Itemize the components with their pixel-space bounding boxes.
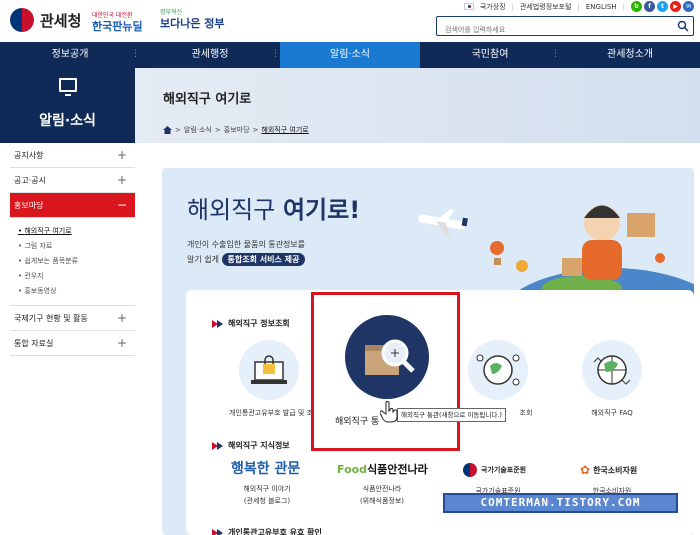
utility-links: 국가상징 | 관세법령정보포털 | ENGLISH | b f t ▶ ✉ xyxy=(463,1,694,12)
sub-item-classification[interactable]: • 쉽게보는 품목분류 xyxy=(18,254,135,269)
hero-tag: 통합조회 서비스 제공 xyxy=(221,253,306,266)
nav-participation[interactable]: 국민참여 ⋮ xyxy=(420,42,560,68)
plus-icon: + xyxy=(116,148,127,162)
breadcrumb: > 알림·소식 > 홍보마당 > 해외직구 여기로 xyxy=(163,125,309,135)
sub-item-videos[interactable]: • 홍보동영상 xyxy=(18,284,135,299)
sidebar-submenu: • 해외직구 여기로 • 그림 자료 • 쉽게보는 품목분류 • 관우지 • 홍… xyxy=(10,218,135,306)
search-box xyxy=(436,16,694,39)
sub-item-overseas-purchase[interactable]: • 해외직구 여기로 xyxy=(18,224,135,239)
sidebar-item-announcements[interactable]: 공고·공시 + xyxy=(10,168,135,193)
blog-line2: (관세청 블로그) xyxy=(243,497,291,505)
home-icon[interactable] xyxy=(163,126,172,134)
sidebar-menu: 공지사항 + 공고·공시 + 홍보마당 − • 해외직구 여기로 • 그림 자료 • … xyxy=(10,143,135,356)
top-header: 관세청 대한민국 대전환 한국판뉴딜 정부혁신 보다나은 정부 국가상징 | 관… xyxy=(0,0,700,42)
food-safety-logo[interactable]: Food식품안전나라 xyxy=(337,461,428,477)
food-logo-mark-icon: Food xyxy=(337,463,368,476)
tracking-button[interactable] xyxy=(468,340,528,400)
sidebar-title: 알림·소식 xyxy=(39,113,96,129)
sub-item-magazine[interactable]: • 관우지 xyxy=(18,269,135,284)
faq-label: 해외직구 FAQ xyxy=(591,409,633,417)
blog-line1: 해외직구 이야기 xyxy=(243,485,291,493)
nav-info-disclosure[interactable]: 정보공개 ⋮ xyxy=(0,42,140,68)
sidebar-item-archive[interactable]: 통합 자료실 + xyxy=(10,331,135,356)
section-title-knowledge: 해외직구 지식정보 xyxy=(212,440,290,451)
globe-arrows-icon xyxy=(593,355,631,385)
plus-icon: + xyxy=(116,311,127,325)
flag-icon xyxy=(463,3,474,10)
youtube-icon[interactable]: ▶ xyxy=(670,1,681,12)
kcs-logo[interactable]: 관세청 xyxy=(10,8,81,32)
sns-links: b f t ▶ ✉ xyxy=(631,1,694,12)
personal-code-button[interactable] xyxy=(239,340,299,400)
section-title-third: 개인통관고유부호 유효 확인 xyxy=(212,527,322,535)
page-header-band: 해외직구 여기로 > 알림·소식 > 홍보마당 > 해외직구 여기로 xyxy=(135,68,700,143)
sidebar-item-international[interactable]: 국제기구 현황 및 활동 + xyxy=(10,306,135,331)
kats-logo[interactable]: 국가기술표준원 xyxy=(463,463,526,477)
facebook-icon[interactable]: f xyxy=(644,1,655,12)
search-input[interactable] xyxy=(437,21,665,39)
food-line2: (위해식품정보) xyxy=(359,497,405,505)
breadcrumb-current[interactable]: 해외직구 여기로 xyxy=(261,125,308,135)
watermark: COMTERMAN.TISTORY.COM xyxy=(443,493,678,513)
plus-icon: + xyxy=(116,173,127,187)
hero-title: 해외직구 여기로! xyxy=(187,196,361,224)
monitor-icon xyxy=(59,78,77,96)
search-icon[interactable] xyxy=(677,20,689,32)
nav-customs-admin[interactable]: 관세행정 ⋮ xyxy=(140,42,280,68)
kats-emblem-icon xyxy=(463,463,477,477)
tooltip: 해외직구 통관(새창으로 이동됩니다.) xyxy=(397,408,506,422)
sidebar-header: 알림·소식 xyxy=(0,68,135,143)
hand-cursor-icon xyxy=(380,401,398,423)
blog-icon[interactable]: b xyxy=(631,1,642,12)
brand2-text: 보다나은 정부 xyxy=(160,17,225,30)
law-portal-link[interactable]: 관세법령정보포털 xyxy=(520,2,572,12)
government-emblem-icon xyxy=(10,8,34,32)
gov-innovation-logo[interactable]: 정부혁신 보다나은 정부 xyxy=(160,7,225,29)
korean-new-deal-logo[interactable]: 대한민국 대전환 한국판뉴딜 xyxy=(92,10,143,32)
english-link[interactable]: ENGLISH xyxy=(586,3,617,11)
chevron-right-icon xyxy=(212,441,224,450)
chevron-right-icon xyxy=(212,528,224,535)
sns-icon[interactable]: ✉ xyxy=(683,1,694,12)
brand1-text: 한국판뉴딜 xyxy=(92,20,143,33)
blog-logo[interactable]: 행복한 관문 xyxy=(231,458,300,478)
faq-button[interactable] xyxy=(582,340,642,400)
national-symbol-link[interactable]: 국가상징 xyxy=(480,2,506,12)
food-line1: 식품안전나라 xyxy=(362,485,402,493)
main-nav: 정보공개 ⋮ 관세행정 ⋮ 알림·소식 국민참여 ⋮ 관세청소개 xyxy=(0,42,700,68)
hero-description: 개인이 수출입한 물품의 통관정보를 알기 쉽게 통합조회 서비스 제공 xyxy=(187,240,306,266)
globe-network-icon xyxy=(476,354,520,386)
chevron-right-icon xyxy=(212,319,224,328)
consumer-logo-mark-icon: ✿ xyxy=(580,463,591,477)
breadcrumb-item[interactable]: 알림·소식 xyxy=(184,125,212,135)
twitter-icon[interactable]: t xyxy=(657,1,668,12)
consumer-agency-logo[interactable]: ✿ 한국소비자원 xyxy=(580,463,637,477)
page-title: 해외직구 여기로 xyxy=(163,92,252,107)
personal-code-label: 개인통관고유부호 발급 및 조 xyxy=(229,409,313,417)
sidebar-item-notices[interactable]: 공지사항 + xyxy=(10,143,135,168)
logo-text: 관세청 xyxy=(40,11,82,30)
section-title-info: 해외직구 정보조회 xyxy=(212,318,290,329)
hero-illustration-icon xyxy=(418,205,694,303)
highlight-box xyxy=(311,292,460,451)
sidebar-item-promotion[interactable]: 홍보마당 − xyxy=(10,193,135,218)
plus-icon: + xyxy=(116,336,127,350)
minus-icon: − xyxy=(116,198,127,212)
breadcrumb-item[interactable]: 홍보마당 xyxy=(224,125,250,135)
lock-laptop-icon xyxy=(251,355,287,384)
sub-item-images[interactable]: • 그림 자료 xyxy=(18,239,135,254)
nav-about[interactable]: 관세청소개 xyxy=(560,42,700,68)
nav-news[interactable]: 알림·소식 xyxy=(280,42,420,68)
